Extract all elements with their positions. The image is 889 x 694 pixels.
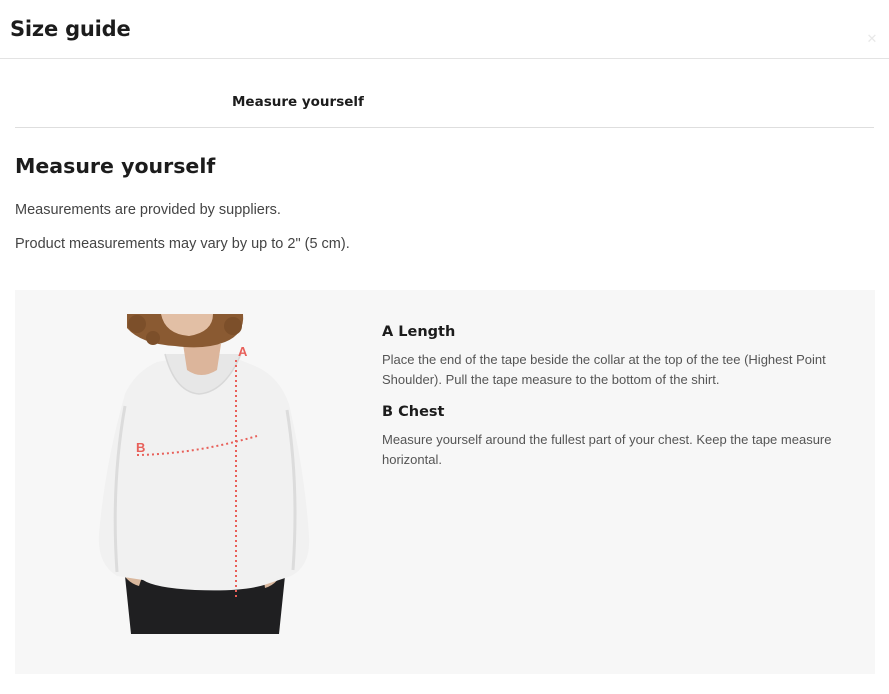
modal-header: Size guide ✕ bbox=[0, 0, 889, 59]
hoodie-model-image: A B bbox=[98, 314, 310, 634]
measurement-panel: A B A Length Place the end of the tape b… bbox=[15, 290, 875, 674]
size-guide-modal: Size guide ✕ Measure yourself Measure yo… bbox=[0, 0, 889, 694]
tab-bar: Measure yourself bbox=[15, 59, 874, 128]
section-title: Measure yourself bbox=[15, 154, 216, 178]
tab-measure-yourself[interactable]: Measure yourself bbox=[232, 94, 364, 110]
length-description: Place the end of the tape beside the col… bbox=[382, 352, 826, 387]
marker-b-label: B bbox=[136, 440, 145, 455]
close-icon[interactable]: ✕ bbox=[865, 32, 879, 46]
chest-description: Measure yourself around the fullest part… bbox=[382, 432, 832, 467]
length-heading: A Length bbox=[382, 324, 456, 340]
variance-note: Product measurements may vary by up to 2… bbox=[15, 236, 350, 252]
modal-title: Size guide bbox=[10, 17, 131, 41]
suppliers-note: Measurements are provided by suppliers. bbox=[15, 202, 281, 218]
marker-a-label: A bbox=[238, 344, 248, 359]
measurement-instructions: A Length Place the end of the tape besid… bbox=[382, 324, 832, 484]
chest-heading: B Chest bbox=[382, 404, 445, 420]
